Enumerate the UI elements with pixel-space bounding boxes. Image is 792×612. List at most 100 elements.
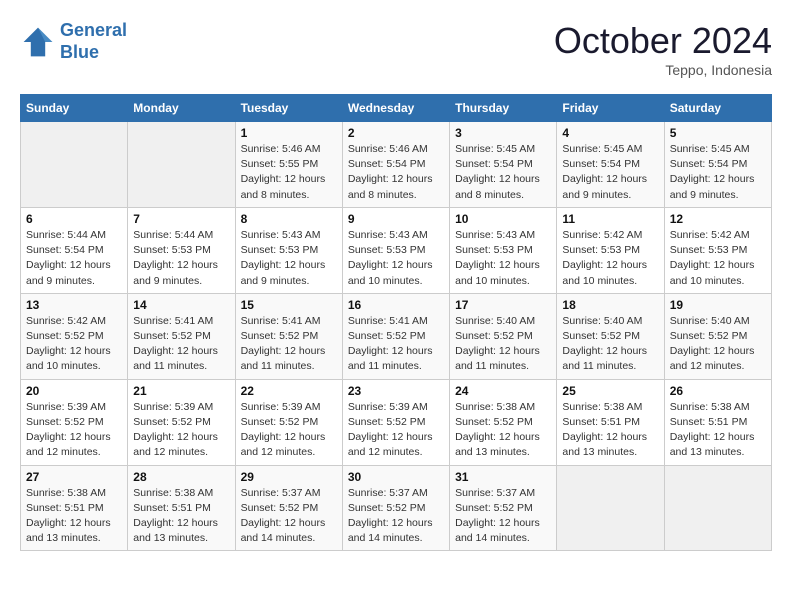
day-number: 3 — [455, 126, 551, 140]
logo: General Blue — [20, 20, 127, 63]
calendar-cell: 19 Sunrise: 5:40 AM Sunset: 5:52 PM Dayli… — [664, 293, 771, 379]
calendar-cell: 16 Sunrise: 5:41 AM Sunset: 5:52 PM Dayli… — [342, 293, 449, 379]
day-info: Sunrise: 5:44 AM Sunset: 5:54 PM Dayligh… — [26, 228, 122, 289]
calendar-cell: 24 Sunrise: 5:38 AM Sunset: 5:52 PM Dayli… — [450, 379, 557, 465]
header-row: SundayMondayTuesdayWednesdayThursdayFrid… — [21, 95, 772, 122]
page-header: General Blue October 2024 Teppo, Indones… — [20, 20, 772, 78]
calendar-body: 1Sunrise: 5:46 AM Sunset: 5:55 PM Daylig… — [21, 122, 772, 551]
day-number: 24 — [455, 384, 551, 398]
calendar-week-row: 6 Sunrise: 5:44 AM Sunset: 5:54 PM Daylig… — [21, 207, 772, 293]
day-info: Sunrise: 5:38 AM Sunset: 5:51 PM Dayligh… — [670, 400, 766, 461]
day-info: Sunrise: 5:38 AM Sunset: 5:51 PM Dayligh… — [26, 486, 122, 547]
logo-line2: Blue — [60, 42, 99, 62]
day-number: 12 — [670, 212, 766, 226]
day-info: Sunrise: 5:42 AM Sunset: 5:52 PM Dayligh… — [26, 314, 122, 375]
logo-icon — [20, 24, 56, 60]
day-number: 17 — [455, 298, 551, 312]
day-info: Sunrise: 5:41 AM Sunset: 5:52 PM Dayligh… — [133, 314, 229, 375]
calendar-cell: 27 Sunrise: 5:38 AM Sunset: 5:51 PM Dayli… — [21, 465, 128, 551]
calendar-week-row: 13 Sunrise: 5:42 AM Sunset: 5:52 PM Dayli… — [21, 293, 772, 379]
day-number: 6 — [26, 212, 122, 226]
day-info: Sunrise: 5:38 AM Sunset: 5:51 PM Dayligh… — [562, 400, 658, 461]
calendar-cell: 5Sunrise: 5:45 AM Sunset: 5:54 PM Daylig… — [664, 122, 771, 208]
day-number: 28 — [133, 470, 229, 484]
day-info: Sunrise: 5:39 AM Sunset: 5:52 PM Dayligh… — [241, 400, 337, 461]
calendar-cell — [557, 465, 664, 551]
calendar-week-row: 1Sunrise: 5:46 AM Sunset: 5:55 PM Daylig… — [21, 122, 772, 208]
calendar-cell: 7Sunrise: 5:44 AM Sunset: 5:53 PM Daylig… — [128, 207, 235, 293]
day-number: 10 — [455, 212, 551, 226]
calendar-cell: 23 Sunrise: 5:39 AM Sunset: 5:52 PM Dayli… — [342, 379, 449, 465]
day-number: 22 — [241, 384, 337, 398]
calendar-header: SundayMondayTuesdayWednesdayThursdayFrid… — [21, 95, 772, 122]
calendar-cell: 22 Sunrise: 5:39 AM Sunset: 5:52 PM Dayli… — [235, 379, 342, 465]
day-number: 27 — [26, 470, 122, 484]
weekday-header: Saturday — [664, 95, 771, 122]
day-info: Sunrise: 5:45 AM Sunset: 5:54 PM Dayligh… — [670, 142, 766, 203]
day-info: Sunrise: 5:42 AM Sunset: 5:53 PM Dayligh… — [562, 228, 658, 289]
day-number: 21 — [133, 384, 229, 398]
day-info: Sunrise: 5:37 AM Sunset: 5:52 PM Dayligh… — [455, 486, 551, 547]
day-number: 7 — [133, 212, 229, 226]
calendar-cell: 21 Sunrise: 5:39 AM Sunset: 5:52 PM Dayli… — [128, 379, 235, 465]
calendar-cell — [664, 465, 771, 551]
day-info: Sunrise: 5:40 AM Sunset: 5:52 PM Dayligh… — [455, 314, 551, 375]
day-info: Sunrise: 5:38 AM Sunset: 5:51 PM Dayligh… — [133, 486, 229, 547]
calendar-week-row: 20 Sunrise: 5:39 AM Sunset: 5:52 PM Dayli… — [21, 379, 772, 465]
day-number: 13 — [26, 298, 122, 312]
day-number: 14 — [133, 298, 229, 312]
calendar-table: SundayMondayTuesdayWednesdayThursdayFrid… — [20, 94, 772, 551]
day-number: 9 — [348, 212, 444, 226]
logo-line1: General — [60, 20, 127, 40]
day-number: 4 — [562, 126, 658, 140]
weekday-header: Monday — [128, 95, 235, 122]
weekday-header: Sunday — [21, 95, 128, 122]
calendar-cell: 6 Sunrise: 5:44 AM Sunset: 5:54 PM Daylig… — [21, 207, 128, 293]
weekday-header: Thursday — [450, 95, 557, 122]
day-info: Sunrise: 5:40 AM Sunset: 5:52 PM Dayligh… — [562, 314, 658, 375]
calendar-cell: 12 Sunrise: 5:42 AM Sunset: 5:53 PM Dayli… — [664, 207, 771, 293]
weekday-header: Tuesday — [235, 95, 342, 122]
day-info: Sunrise: 5:43 AM Sunset: 5:53 PM Dayligh… — [348, 228, 444, 289]
day-info: Sunrise: 5:41 AM Sunset: 5:52 PM Dayligh… — [241, 314, 337, 375]
day-info: Sunrise: 5:39 AM Sunset: 5:52 PM Dayligh… — [348, 400, 444, 461]
calendar-cell: 9 Sunrise: 5:43 AM Sunset: 5:53 PM Daylig… — [342, 207, 449, 293]
calendar-cell: 15Sunrise: 5:41 AM Sunset: 5:52 PM Dayli… — [235, 293, 342, 379]
day-number: 2 — [348, 126, 444, 140]
calendar-cell — [128, 122, 235, 208]
day-info: Sunrise: 5:46 AM Sunset: 5:54 PM Dayligh… — [348, 142, 444, 203]
day-number: 19 — [670, 298, 766, 312]
day-number: 8 — [241, 212, 337, 226]
day-info: Sunrise: 5:39 AM Sunset: 5:52 PM Dayligh… — [133, 400, 229, 461]
calendar-cell: 8 Sunrise: 5:43 AM Sunset: 5:53 PM Daylig… — [235, 207, 342, 293]
day-number: 20 — [26, 384, 122, 398]
day-info: Sunrise: 5:41 AM Sunset: 5:52 PM Dayligh… — [348, 314, 444, 375]
day-number: 18 — [562, 298, 658, 312]
calendar-cell: 14 Sunrise: 5:41 AM Sunset: 5:52 PM Dayli… — [128, 293, 235, 379]
day-info: Sunrise: 5:37 AM Sunset: 5:52 PM Dayligh… — [348, 486, 444, 547]
day-info: Sunrise: 5:40 AM Sunset: 5:52 PM Dayligh… — [670, 314, 766, 375]
weekday-header: Friday — [557, 95, 664, 122]
calendar-week-row: 27 Sunrise: 5:38 AM Sunset: 5:51 PM Dayli… — [21, 465, 772, 551]
day-info: Sunrise: 5:43 AM Sunset: 5:53 PM Dayligh… — [241, 228, 337, 289]
calendar-cell: 11 Sunrise: 5:42 AM Sunset: 5:53 PM Dayli… — [557, 207, 664, 293]
calendar-cell: 3Sunrise: 5:45 AM Sunset: 5:54 PM Daylig… — [450, 122, 557, 208]
calendar-cell: 4 Sunrise: 5:45 AM Sunset: 5:54 PM Daylig… — [557, 122, 664, 208]
title-block: October 2024 Teppo, Indonesia — [554, 20, 772, 78]
day-info: Sunrise: 5:42 AM Sunset: 5:53 PM Dayligh… — [670, 228, 766, 289]
day-number: 16 — [348, 298, 444, 312]
day-info: Sunrise: 5:38 AM Sunset: 5:52 PM Dayligh… — [455, 400, 551, 461]
day-number: 11 — [562, 212, 658, 226]
calendar-cell: 28 Sunrise: 5:38 AM Sunset: 5:51 PM Dayli… — [128, 465, 235, 551]
logo-text: General Blue — [60, 20, 127, 63]
calendar-cell: 31 Sunrise: 5:37 AM Sunset: 5:52 PM Dayli… — [450, 465, 557, 551]
day-info: Sunrise: 5:46 AM Sunset: 5:55 PM Dayligh… — [241, 142, 337, 203]
location-subtitle: Teppo, Indonesia — [554, 62, 772, 78]
day-number: 26 — [670, 384, 766, 398]
calendar-cell: 30Sunrise: 5:37 AM Sunset: 5:52 PM Dayli… — [342, 465, 449, 551]
calendar-cell: 20Sunrise: 5:39 AM Sunset: 5:52 PM Dayli… — [21, 379, 128, 465]
day-info: Sunrise: 5:45 AM Sunset: 5:54 PM Dayligh… — [562, 142, 658, 203]
day-number: 31 — [455, 470, 551, 484]
month-title: October 2024 — [554, 20, 772, 62]
day-number: 23 — [348, 384, 444, 398]
